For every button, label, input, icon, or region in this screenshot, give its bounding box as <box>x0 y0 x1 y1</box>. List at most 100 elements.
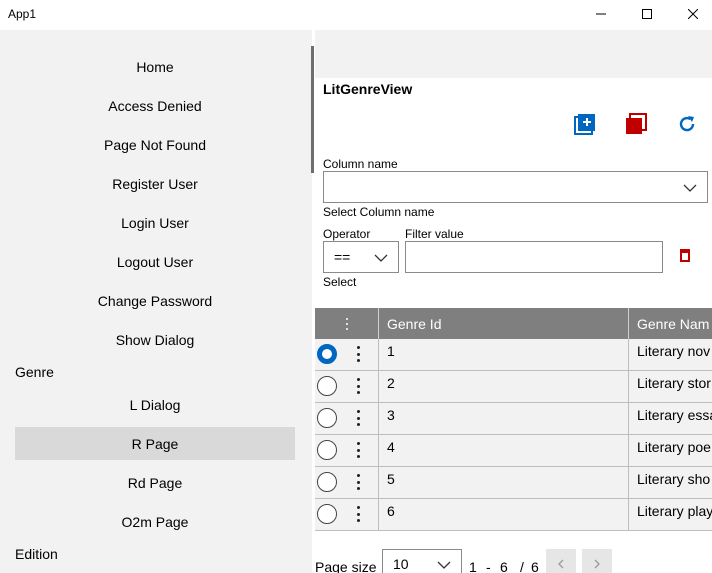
delete-button[interactable] <box>624 112 648 140</box>
chevron-left-icon <box>557 556 565 572</box>
more-vertical-icon[interactable] <box>355 410 361 426</box>
row-select-cell <box>315 435 379 466</box>
row-radio-button[interactable] <box>317 440 337 460</box>
row-select-cell <box>315 467 379 498</box>
total-count: 6 <box>531 559 539 573</box>
minimize-button[interactable] <box>578 0 624 30</box>
genre-name-cell[interactable]: Literary poe <box>629 435 712 466</box>
add-button[interactable] <box>573 113 597 140</box>
more-vertical-icon[interactable] <box>355 346 361 362</box>
more-vertical-icon[interactable] <box>355 474 361 490</box>
view-title: LitGenreView <box>323 81 413 97</box>
close-icon <box>687 6 699 24</box>
row-select-cell <box>315 403 379 434</box>
more-vertical-icon[interactable] <box>355 442 361 458</box>
chevron-right-icon <box>593 556 601 572</box>
column-name-label: Column name <box>323 157 398 171</box>
maximize-button[interactable] <box>624 0 670 30</box>
chevron-down-icon <box>374 251 388 269</box>
navigation-pane: Home Access Denied Page Not Found Regist… <box>0 30 312 573</box>
table-row[interactable]: 3 Literary essa <box>315 403 712 435</box>
refresh-button[interactable] <box>675 114 699 138</box>
table-row[interactable]: 5 Literary sho <box>315 467 712 499</box>
column-header-genre-id[interactable]: Genre Id <box>379 308 629 339</box>
nav-item-register-user[interactable]: Register User <box>15 167 295 200</box>
column-header-genre-name[interactable]: Genre Nam <box>629 308 712 339</box>
table-row[interactable]: 4 Literary poe <box>315 435 712 467</box>
title-bar: App1 <box>0 0 712 30</box>
nav-item-page-not-found[interactable]: Page Not Found <box>15 128 295 161</box>
pager: Page size 10 1 - 6 / 6 <box>315 549 712 573</box>
nav-group-genre[interactable]: Genre <box>15 364 54 380</box>
operator-combobox[interactable]: == <box>323 241 399 273</box>
grid-header: Genre Id Genre Nam <box>315 308 712 339</box>
row-radio-button[interactable] <box>317 504 337 524</box>
maximize-icon <box>642 6 652 24</box>
column-options-header[interactable] <box>315 308 379 339</box>
pane-splitter[interactable] <box>311 46 314 173</box>
row-radio-button[interactable] <box>317 376 337 396</box>
refresh-icon <box>677 114 697 139</box>
nav-item-o2m-page[interactable]: O2m Page <box>15 505 295 538</box>
genre-id-cell[interactable]: 2 <box>379 371 629 402</box>
content-header-strip <box>315 30 712 78</box>
column-name-helper: Select Column name <box>323 205 435 219</box>
total-separator: / <box>520 559 524 573</box>
next-page-button[interactable] <box>582 549 612 573</box>
chevron-down-icon <box>683 181 697 199</box>
genre-id-cell[interactable]: 3 <box>379 403 629 434</box>
filter-value-input[interactable] <box>405 241 663 273</box>
range-separator: - <box>486 559 491 573</box>
row-radio-button[interactable] <box>317 344 337 364</box>
genre-name-cell[interactable]: Literary stor <box>629 371 712 402</box>
add-icon <box>574 113 596 140</box>
table-row[interactable]: 6 Literary play <box>315 499 712 531</box>
genre-id-cell[interactable]: 4 <box>379 435 629 466</box>
more-vertical-icon[interactable] <box>355 378 361 394</box>
genre-id-cell[interactable]: 6 <box>379 499 629 530</box>
nav-item-rd-page[interactable]: Rd Page <box>15 466 295 499</box>
genre-id-cell[interactable]: 1 <box>379 339 629 370</box>
page-size-value: 10 <box>393 556 409 572</box>
nav-item-access-denied[interactable]: Access Denied <box>15 89 295 122</box>
nav-item-l-dialog[interactable]: L Dialog <box>15 388 295 421</box>
minimize-icon <box>596 6 606 24</box>
operator-helper: Select <box>323 275 357 289</box>
nav-group-edition[interactable]: Edition <box>15 546 58 562</box>
nav-item-login-user[interactable]: Login User <box>15 206 295 239</box>
table-row[interactable]: 1 Literary nov <box>315 339 712 371</box>
more-vertical-icon <box>345 317 349 330</box>
genre-name-cell[interactable]: Literary play <box>629 499 712 530</box>
nav-item-r-page[interactable]: R Page <box>15 427 295 460</box>
chevron-down-icon <box>437 558 451 573</box>
clear-filter-button[interactable] <box>673 245 697 269</box>
operator-value: == <box>334 249 351 265</box>
filter-value-label: Filter value <box>405 227 464 241</box>
table-row[interactable]: 2 Literary stor <box>315 371 712 403</box>
range-to: 6 <box>500 559 508 573</box>
more-vertical-icon[interactable] <box>355 506 361 522</box>
genre-id-cell[interactable]: 5 <box>379 467 629 498</box>
column-name-combobox[interactable] <box>323 171 708 203</box>
nav-item-change-password[interactable]: Change Password <box>15 284 295 317</box>
trash-icon <box>679 248 691 267</box>
row-select-cell <box>315 339 379 370</box>
page-size-combobox[interactable]: 10 <box>382 549 462 573</box>
nav-item-home[interactable]: Home <box>15 50 295 83</box>
delete-icon <box>625 112 647 140</box>
nav-item-logout-user[interactable]: Logout User <box>15 245 295 278</box>
row-radio-button[interactable] <box>317 408 337 428</box>
genre-name-cell[interactable]: Literary essa <box>629 403 712 434</box>
previous-page-button[interactable] <box>546 549 576 573</box>
row-radio-button[interactable] <box>317 472 337 492</box>
genre-name-cell[interactable]: Literary sho <box>629 467 712 498</box>
page-size-label: Page size <box>315 559 377 573</box>
operator-label: Operator <box>323 227 371 241</box>
window-title: App1 <box>8 7 37 21</box>
nav-item-show-dialog[interactable]: Show Dialog <box>15 323 295 356</box>
range-from: 1 <box>469 559 477 573</box>
close-button[interactable] <box>670 0 712 30</box>
genre-name-cell[interactable]: Literary nov <box>629 339 712 370</box>
content-area: LitGenreView Column name Select Column n… <box>315 78 712 573</box>
row-select-cell <box>315 371 379 402</box>
